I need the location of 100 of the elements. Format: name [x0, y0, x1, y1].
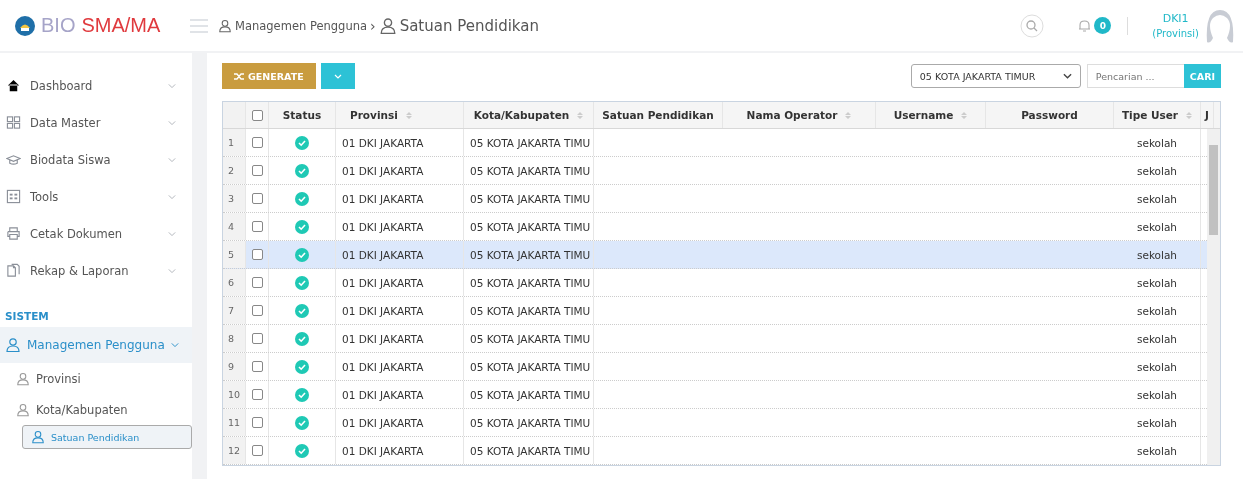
table-row[interactable]: 1 01 DKI JAKARTA 05 KOTA JAKARTA TIMU sekolah — [223, 129, 1207, 157]
sidebar-item[interactable]: Rekap & Laporan — [0, 252, 192, 289]
row-number: 8 — [223, 325, 246, 352]
table-cell: 05 KOTA JAKARTA TIMU — [464, 185, 594, 212]
chevron-down-icon — [168, 267, 176, 274]
user-icon — [16, 402, 30, 417]
table-cell: sekolah — [1114, 129, 1201, 156]
row-checkbox[interactable] — [251, 137, 263, 148]
row-checkbox[interactable] — [251, 333, 263, 344]
chevron-down-icon — [170, 342, 179, 348]
chevron-down-icon — [168, 156, 176, 163]
table-row[interactable]: 2 01 DKI JAKARTA 05 KOTA JAKARTA TIMU sekolah — [223, 157, 1207, 185]
breadcrumb-separator: › — [370, 17, 376, 34]
row-number: 4 — [223, 213, 246, 240]
row-checkbox[interactable] — [251, 277, 263, 288]
city-select[interactable]: 05 KOTA JAKARTA TIMUR — [910, 64, 1081, 88]
select-all-checkbox[interactable] — [251, 109, 263, 121]
table-cell: 05 KOTA JAKARTA TIMU — [464, 129, 594, 156]
chevron-down-icon — [168, 230, 176, 237]
search-field[interactable]: Pencarian ... — [1086, 64, 1184, 88]
document-icon — [6, 263, 21, 278]
table-cell: 05 KOTA JAKARTA TIMU — [464, 297, 594, 324]
table-cell: sekolah — [1114, 353, 1201, 380]
column-header[interactable]: Tipe User — [1114, 102, 1201, 128]
table-cell: sekolah — [1114, 297, 1201, 324]
table-cell: 01 DKI JAKARTA — [336, 297, 464, 324]
table-cell: 05 KOTA JAKARTA TIMU — [464, 381, 594, 408]
graduation-cap-icon — [6, 152, 21, 167]
submenu-item[interactable]: Kota/Kabupaten — [0, 394, 192, 425]
table-cell: 01 DKI JAKARTA — [336, 157, 464, 184]
sidebar-item[interactable]: Dashboard — [0, 67, 192, 104]
row-checkbox[interactable] — [251, 305, 263, 316]
logo-text: BIO — [41, 14, 76, 37]
table-cell: sekolah — [1114, 185, 1201, 212]
table-cell: 01 DKI JAKARTA — [336, 213, 464, 240]
dropdown-button[interactable] — [320, 63, 355, 89]
row-checkbox[interactable] — [251, 361, 263, 372]
grid-icon — [6, 115, 21, 130]
search-icon[interactable] — [1020, 13, 1045, 38]
table-cell: sekolah — [1114, 325, 1201, 352]
table-cell: 01 DKI JAKARTA — [336, 437, 464, 464]
column-header: J — [1201, 102, 1214, 128]
sidebar-item[interactable]: Biodata Siswa — [0, 141, 192, 178]
row-checkbox[interactable] — [251, 389, 263, 400]
bell-icon[interactable] — [1078, 18, 1092, 33]
table-cell: 01 DKI JAKARTA — [336, 129, 464, 156]
home-icon — [6, 78, 21, 93]
table-row[interactable]: 12 01 DKI JAKARTA 05 KOTA JAKARTA TIMU sekolah — [223, 437, 1207, 465]
table-cell: sekolah — [1114, 269, 1201, 296]
table-cell: 05 KOTA JAKARTA TIMU — [464, 269, 594, 296]
column-header[interactable]: Provinsi — [336, 102, 464, 128]
table-row[interactable]: 5 01 DKI JAKARTA 05 KOTA JAKARTA TIMU sekolah — [223, 241, 1207, 269]
scrollbar[interactable] — [1207, 129, 1220, 465]
table-row[interactable]: 7 01 DKI JAKARTA 05 KOTA JAKARTA TIMU sekolah — [223, 297, 1207, 325]
table-row[interactable]: 3 01 DKI JAKARTA 05 KOTA JAKARTA TIMU sekolah — [223, 185, 1207, 213]
row-number: 5 — [223, 241, 246, 268]
table-cell: 05 KOTA JAKARTA TIMU — [464, 213, 594, 240]
sidebar-item[interactable]: Tools — [0, 178, 192, 215]
table-cell: 01 DKI JAKARTA — [336, 409, 464, 436]
sidebar-item[interactable]: Cetak Dokumen — [0, 215, 192, 252]
row-checkbox[interactable] — [251, 417, 263, 428]
table-cell: sekolah — [1114, 381, 1201, 408]
table-cell: sekolah — [1114, 409, 1201, 436]
column-header[interactable]: Nama Operator — [723, 102, 876, 128]
row-checkbox[interactable] — [251, 165, 263, 176]
row-number: 11 — [223, 409, 246, 436]
chevron-down-icon — [1062, 73, 1072, 79]
chevron-down-icon — [168, 119, 176, 126]
table-cell: 01 DKI JAKARTA — [336, 241, 464, 268]
column-header[interactable]: Kota/Kabupaten — [464, 102, 594, 128]
grid-icon — [6, 189, 21, 204]
table-cell: 05 KOTA JAKARTA TIMU — [464, 437, 594, 464]
printer-icon — [6, 226, 21, 241]
breadcrumb-item[interactable]: Managemen Pengguna — [235, 18, 367, 33]
row-checkbox[interactable] — [251, 445, 263, 456]
table-cell: 05 KOTA JAKARTA TIMU — [464, 409, 594, 436]
user-icon — [31, 430, 45, 444]
row-checkbox[interactable] — [251, 221, 263, 232]
logo-text: SMA/MA — [81, 14, 161, 37]
row-number: 2 — [223, 157, 246, 184]
table-row[interactable]: 6 01 DKI JAKARTA 05 KOTA JAKARTA TIMU sekolah — [223, 269, 1207, 297]
user-icon — [16, 371, 30, 386]
column-header[interactable]: Username — [876, 102, 986, 128]
table-row[interactable]: 8 01 DKI JAKARTA 05 KOTA JAKARTA TIMU sekolah — [223, 325, 1207, 353]
chevron-down-icon — [168, 193, 176, 200]
table-cell: 05 KOTA JAKARTA TIMU — [464, 353, 594, 380]
table-row[interactable]: 10 01 DKI JAKARTA 05 KOTA JAKARTA TIMU sekolah — [223, 381, 1207, 409]
sidebar-item[interactable]: Data Master — [0, 104, 192, 141]
table-cell: 01 DKI JAKARTA — [336, 353, 464, 380]
row-number: 3 — [223, 185, 246, 212]
submenu-item[interactable]: Provinsi — [0, 363, 192, 394]
table-row[interactable]: 9 01 DKI JAKARTA 05 KOTA JAKARTA TIMU sekolah — [223, 353, 1207, 381]
row-checkbox[interactable] — [251, 249, 263, 260]
row-number: 7 — [223, 297, 246, 324]
table-cell: 05 KOTA JAKARTA TIMU — [464, 325, 594, 352]
row-number: 10 — [223, 381, 246, 408]
row-checkbox[interactable] — [251, 193, 263, 204]
table-cell: 01 DKI JAKARTA — [336, 381, 464, 408]
table-row[interactable]: 11 01 DKI JAKARTA 05 KOTA JAKARTA TIMU sekolah — [223, 409, 1207, 437]
shuffle-icon — [234, 71, 244, 81]
